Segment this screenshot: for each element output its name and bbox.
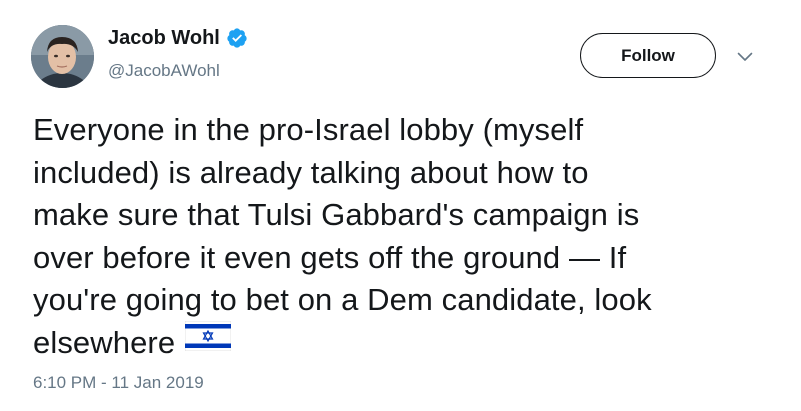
tweet-text-last-line: elsewhere <box>33 320 773 366</box>
author-name[interactable]: Jacob Wohl <box>108 26 220 50</box>
follow-button[interactable]: Follow <box>580 33 716 78</box>
avatar-image <box>31 25 94 88</box>
author-handle[interactable]: @JacobAWohl <box>108 60 220 82</box>
tweet-text-line: elsewhere <box>33 324 176 360</box>
chevron-down-icon[interactable] <box>734 46 756 68</box>
tweet-timestamp[interactable]: 6:10 PM - 11 Jan 2019 <box>33 372 204 394</box>
tweet-text-line: included) is already talking about how t… <box>33 154 589 190</box>
tweet-card: Jacob Wohl @JacobAWohl Follow Everyone i… <box>0 0 801 411</box>
avatar[interactable] <box>31 25 94 88</box>
tweet-text-line: you're going to bet on a Dem candidate, … <box>33 282 652 317</box>
tweet-text: Everyone in the pro-Israel lobby (myself… <box>33 109 773 366</box>
israel-flag-icon <box>184 320 232 363</box>
tweet-text-line: over before it even gets off the ground … <box>33 239 627 275</box>
tweet-text-line: make sure that Tulsi Gabbard's campaign … <box>33 197 640 232</box>
author-name-row: Jacob Wohl <box>108 26 248 50</box>
tweet-text-line: Everyone in the pro-Israel lobby (myself <box>33 112 584 147</box>
verified-badge-icon <box>226 27 248 49</box>
